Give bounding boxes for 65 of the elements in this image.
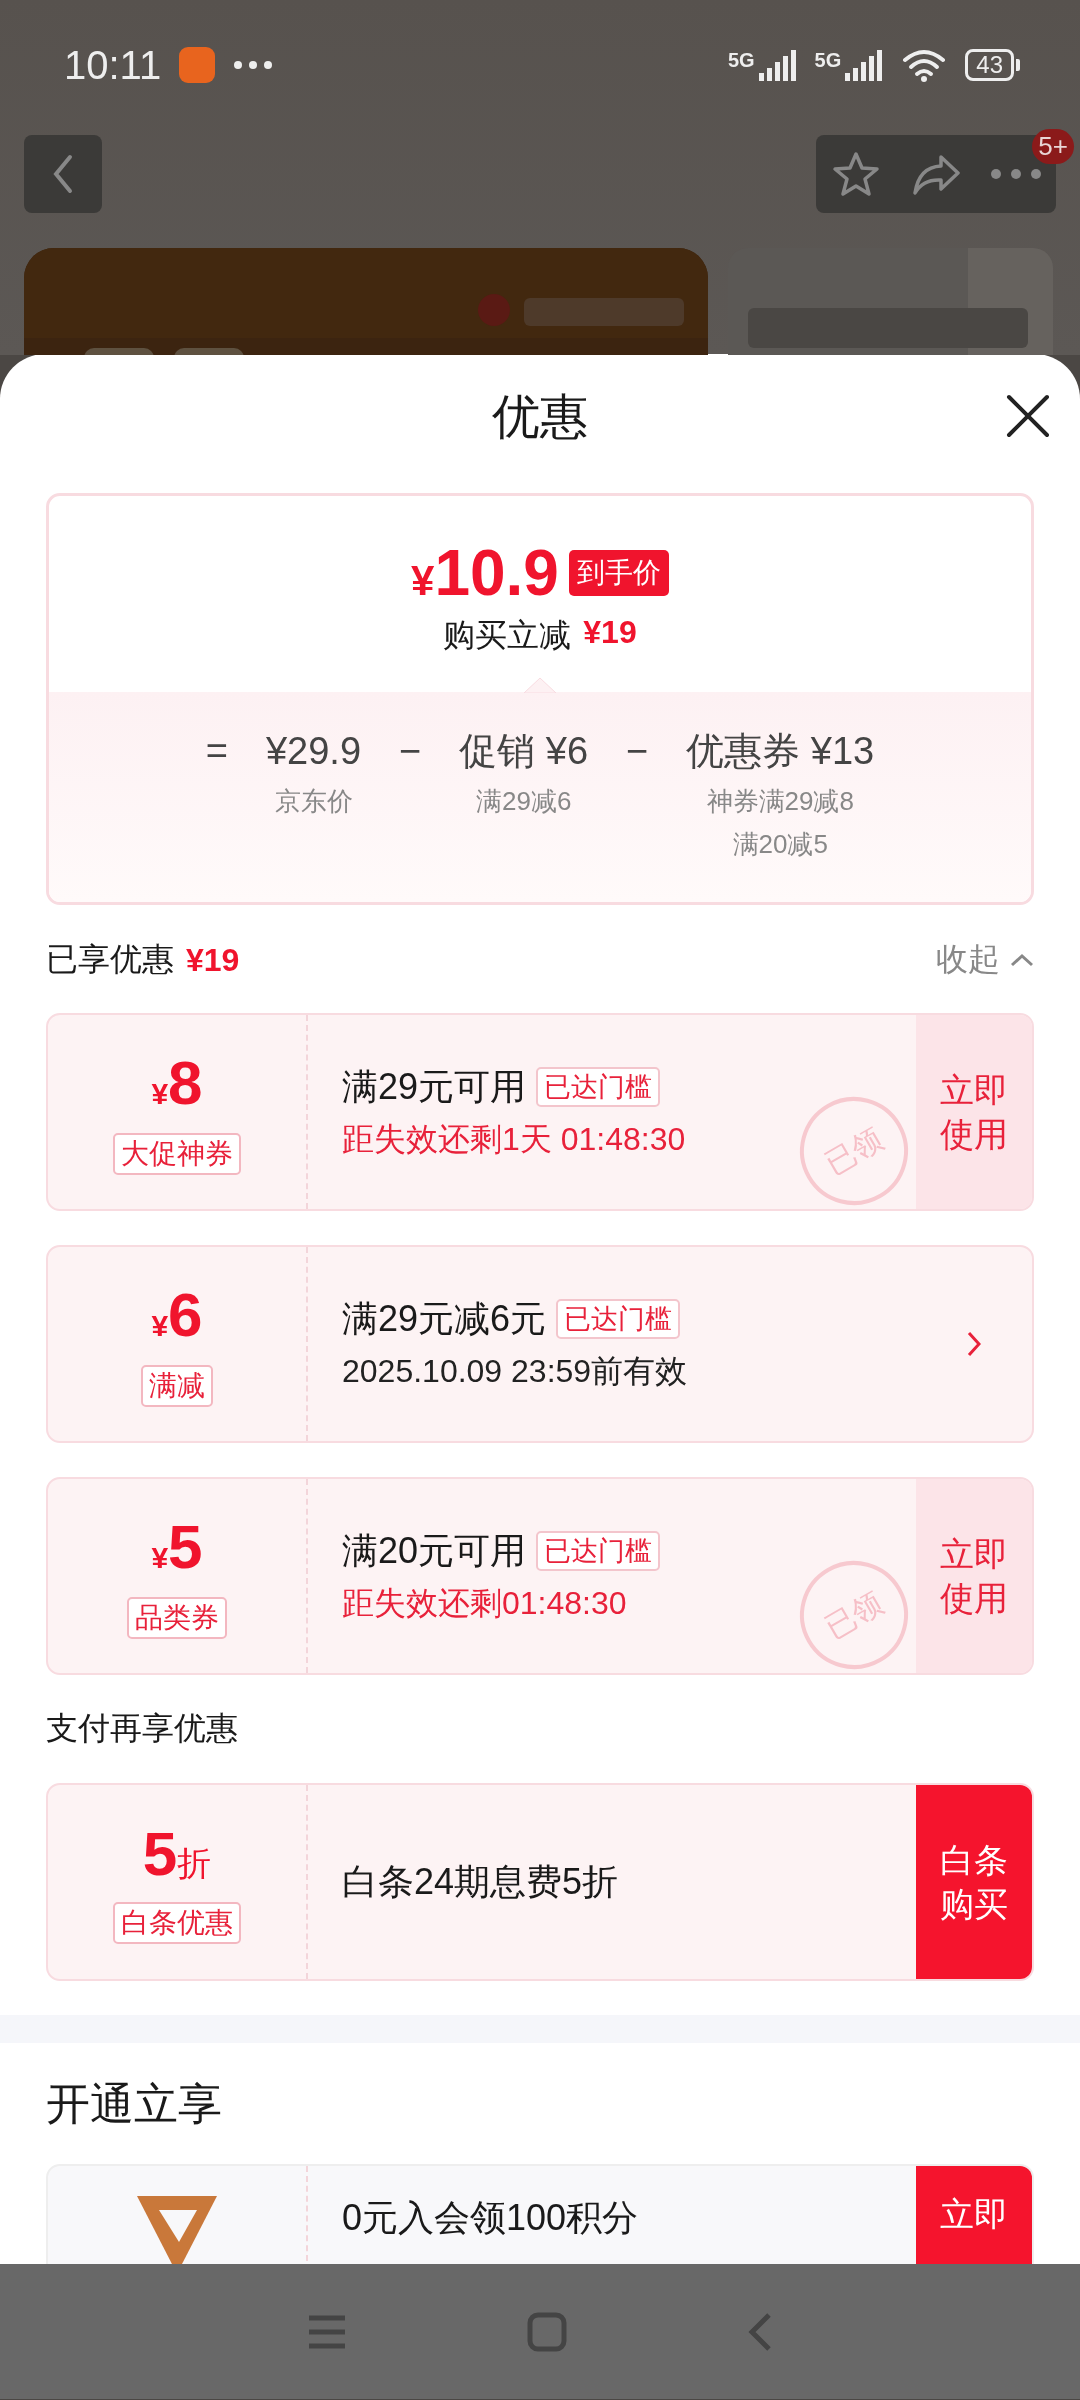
coupon-type-tag: 大促神券 [113, 1132, 241, 1175]
network-label: 5G [814, 49, 842, 72]
chevron-up-icon [1010, 953, 1034, 967]
battery-level: 43 [965, 49, 1014, 81]
section-heading: 支付再享优惠 [46, 1709, 239, 1748]
use-button[interactable]: 立即使用 [916, 1479, 1032, 1673]
close-icon[interactable] [1006, 394, 1050, 438]
term-note: 满29减6 [475, 785, 572, 818]
offer-description: 白条24期息费5折 [342, 1859, 619, 1904]
price-term: ¥29.9 [265, 729, 362, 774]
collapse-toggle[interactable]: 收起 [936, 938, 1034, 982]
term-note: 京东价 [274, 785, 353, 818]
network-label: 5G [727, 49, 755, 72]
use-button[interactable]: 立即使用 [916, 1015, 1032, 1209]
coupon-amount: 5折 [142, 1820, 212, 1890]
price-term: 促销 ¥6 [459, 729, 589, 774]
coupon-amount: ¥5 [151, 1513, 203, 1583]
pointer-icon [524, 677, 556, 693]
sheet-title: 优惠 [492, 388, 588, 445]
back-icon [52, 154, 74, 194]
buy-button[interactable]: 白条购买 [916, 1785, 1032, 1979]
star-icon[interactable] [832, 151, 880, 197]
coupon-amount: ¥8 [151, 1049, 203, 1119]
home-icon[interactable] [527, 2311, 567, 2352]
threshold-badge: 已达门槛 [536, 1531, 661, 1571]
status-time: 10:11 [64, 42, 162, 88]
price-term: 优惠券 ¥13 [686, 729, 875, 774]
coupon-condition: 满29元减6元 [342, 1296, 547, 1341]
expiry-countdown: 距失效还剩01:48:30 [342, 1583, 627, 1623]
operator: − [626, 729, 649, 774]
app-notification-icon [179, 47, 216, 83]
offer-description: 0元入会领100积分 [342, 2196, 639, 2240]
section-heading: 已享优惠 [46, 940, 174, 979]
notification-badge: 5+ [1032, 129, 1074, 164]
menu-icon[interactable] [307, 2314, 347, 2349]
discount-total: ¥19 [186, 941, 240, 979]
signal-icon [843, 49, 884, 81]
final-price: ¥10.9 [411, 536, 559, 610]
operator: = [205, 729, 228, 774]
more-notifications-icon [233, 60, 274, 70]
wifi-icon [901, 47, 948, 83]
section-heading: 开通立享 [46, 2078, 223, 2130]
saving-label: 购买立减 [443, 616, 572, 655]
term-note: 满20减5 [732, 828, 828, 861]
coupon-condition: 满29元可用 [342, 1064, 527, 1109]
price-tag: 到手价 [568, 550, 669, 596]
signal-icon [756, 49, 797, 81]
threshold-badge: 已达门槛 [556, 1299, 681, 1339]
coupon-type-tag: 品类券 [127, 1596, 227, 1639]
back-button[interactable] [24, 135, 102, 213]
more-icon[interactable] [990, 168, 1042, 180]
coupon-type-tag: 白条优惠 [113, 1901, 241, 1944]
share-icon[interactable] [911, 153, 961, 195]
back-icon[interactable] [747, 2311, 773, 2352]
chevron-right-icon[interactable] [967, 1331, 981, 1357]
saving-amount: ¥19 [583, 614, 637, 652]
term-note: 神券满29减8 [706, 785, 854, 818]
coupon-amount: ¥6 [151, 1281, 203, 1351]
expiry-date: 2025.10.09 23:59前有效 [342, 1351, 688, 1391]
threshold-badge: 已达门槛 [536, 1067, 661, 1107]
expiry-countdown: 距失效还剩1天 01:48:30 [342, 1119, 686, 1159]
coupon-condition: 满20元可用 [342, 1528, 527, 1573]
coupon-type-tag: 满减 [141, 1364, 213, 1407]
buy-button[interactable]: 立即 [916, 2166, 1032, 2264]
operator: − [399, 729, 422, 774]
